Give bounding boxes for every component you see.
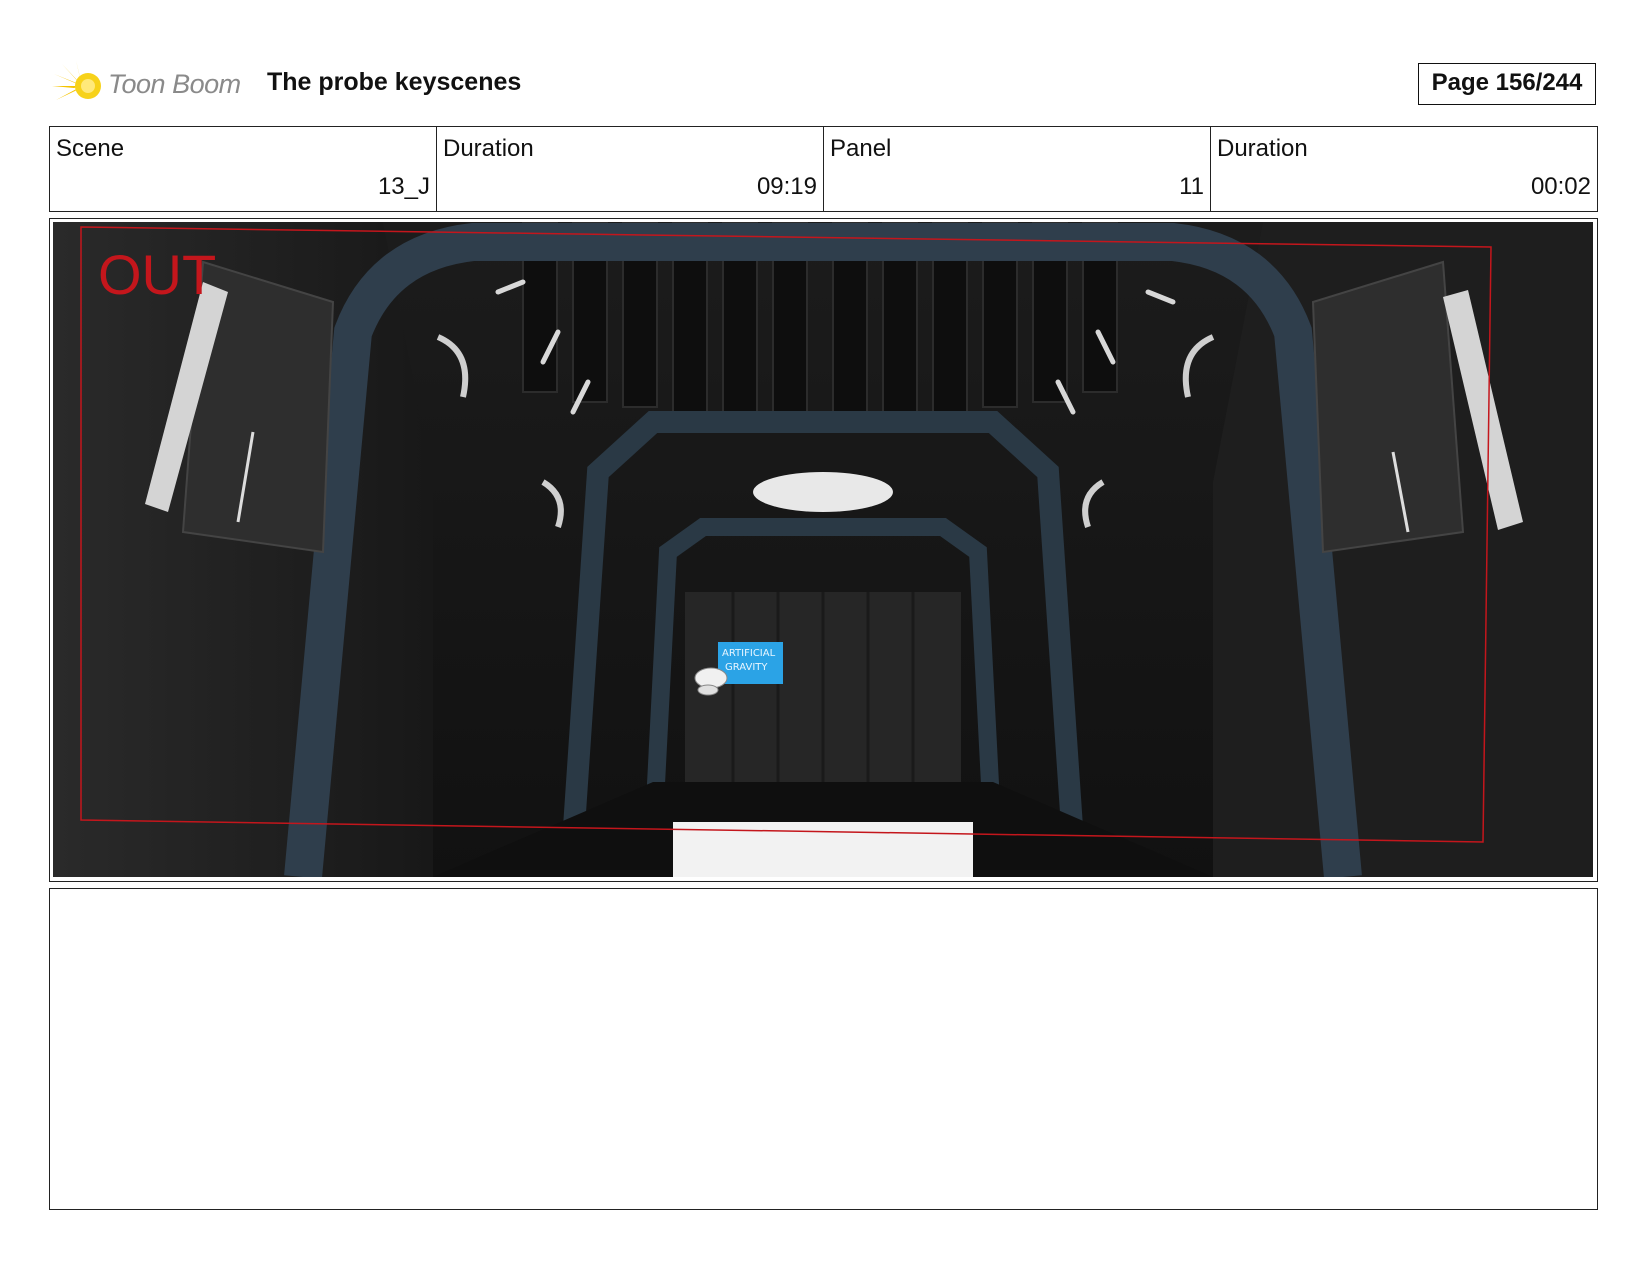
- page-number: Page 156/244: [1418, 63, 1596, 105]
- out-label: OUT: [98, 243, 216, 306]
- scene-value: 13_J: [377, 173, 430, 200]
- panel-cell: Panel 11: [824, 127, 1211, 211]
- sign-line-2: GRAVITY: [725, 662, 768, 673]
- scene-duration-value: 09:19: [756, 173, 817, 200]
- panel-notes-box: [49, 888, 1598, 1210]
- panel-duration-label: Duration: [1217, 135, 1308, 162]
- sign-line-1: ARTIFICIAL: [722, 648, 776, 659]
- scene-duration-label: Duration: [443, 135, 534, 162]
- starburst-icon: [52, 60, 101, 110]
- artificial-gravity-sign: ARTIFICIAL GRAVITY: [718, 642, 783, 684]
- panel-duration-value: 00:02: [1530, 173, 1591, 200]
- toon-boom-logo: Toon Boom: [52, 60, 252, 112]
- logo-text: Toon Boom: [108, 69, 241, 99]
- document-title: The probe keyscenes: [267, 68, 522, 96]
- panel-duration-cell: Duration 00:02: [1211, 127, 1597, 211]
- scene-cell: Scene 13_J: [50, 127, 437, 211]
- light-opening: [753, 472, 893, 512]
- panel-value: 11: [1179, 173, 1204, 200]
- panel-label: Panel: [830, 135, 892, 162]
- storyboard-panel: OUT ARTIFICIAL GRAVITY: [49, 218, 1598, 882]
- scene-duration-cell: Duration 09:19: [437, 127, 824, 211]
- scene-info-table: Scene 13_J Duration 09:19 Panel 11 Durat…: [49, 126, 1598, 212]
- scene-label: Scene: [56, 135, 125, 162]
- corridor-scene-image: OUT ARTIFICIAL GRAVITY: [53, 222, 1593, 877]
